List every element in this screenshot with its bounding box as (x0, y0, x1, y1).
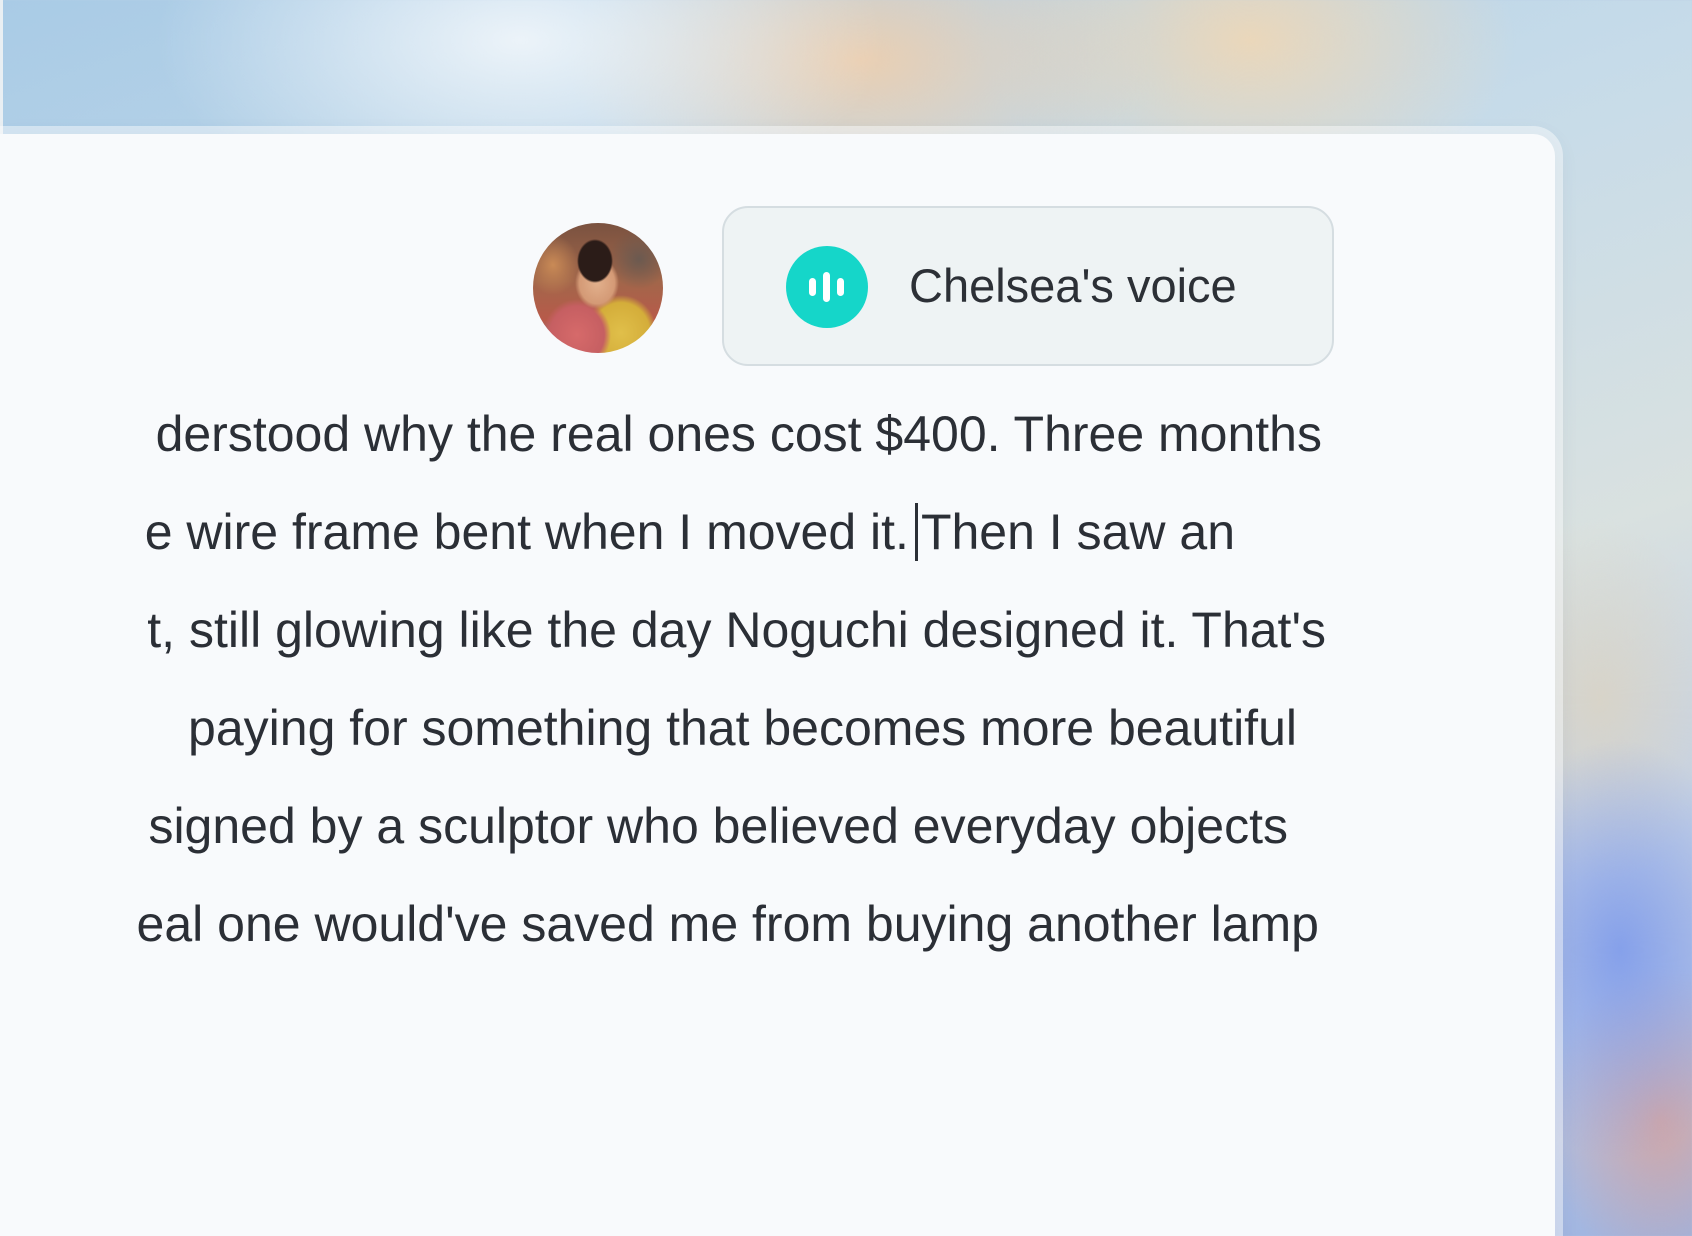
text-segment: e wire frame bent when I moved it. (144, 504, 909, 560)
text-line: paying for something that becomes more b… (188, 700, 1297, 756)
text-line: e wire frame bent when I moved it. Then I… (145, 502, 1235, 562)
editor-panel: Chelsea's voice derstood why the real on… (0, 134, 1555, 1236)
avatar[interactable] (533, 223, 663, 353)
audio-waveform-icon (786, 246, 868, 328)
text-line: t, still glowing like the day Noguchi de… (147, 602, 1326, 658)
text-line: eal one would've saved me from buying an… (136, 896, 1319, 952)
voice-label: Chelsea's voice (909, 259, 1237, 312)
text-line: derstood why the real ones cost $400. Th… (155, 406, 1322, 462)
voice-selector-button[interactable]: Chelsea's voice (722, 206, 1334, 366)
text-segment: Then I saw an (920, 504, 1235, 560)
text-cursor (914, 503, 918, 561)
text-line: signed by a sculptor who believed everyd… (148, 798, 1288, 854)
